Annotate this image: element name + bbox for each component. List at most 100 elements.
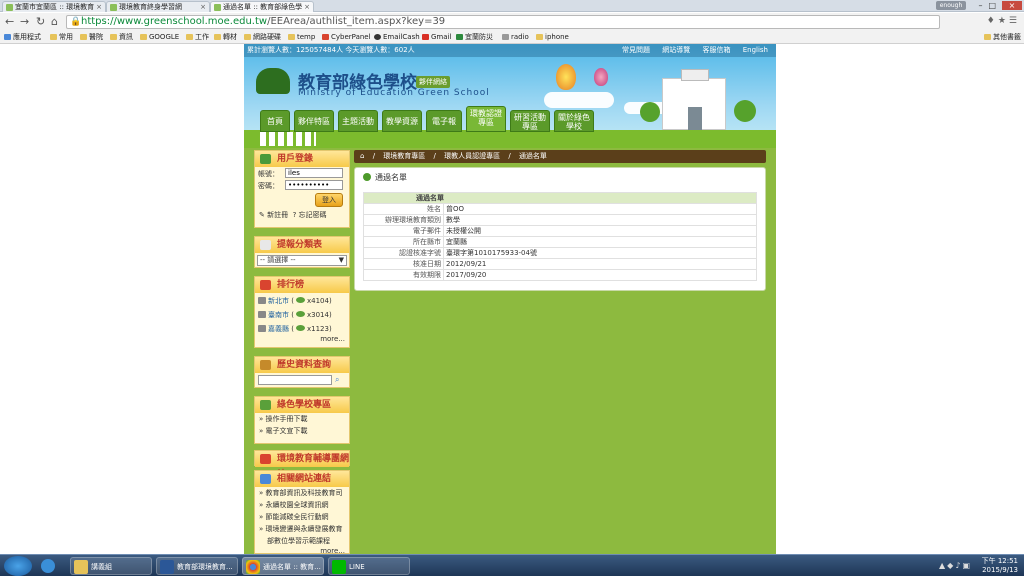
close-tab-icon[interactable]: × <box>200 2 206 12</box>
zone-header: 綠色學校專區 <box>255 397 349 413</box>
related-link[interactable]: » 節能減碳全民行動網 <box>255 511 349 523</box>
address-bar[interactable]: 🔒 https://www.greenschool.moe.edu.tw/EEAr… <box>66 15 940 29</box>
bookmark-apps[interactable]: 應用程式 <box>4 31 41 43</box>
close-tab-icon[interactable]: × <box>304 2 310 12</box>
menu-resources[interactable]: 教學資源 <box>382 110 422 132</box>
folder-icon <box>536 34 543 40</box>
ranking-item[interactable]: 新北市 (x4104) <box>255 293 349 307</box>
password-input[interactable] <box>285 180 343 190</box>
password-row: 密碼： <box>255 179 349 191</box>
taskbar-item-folder[interactable]: 講義組 <box>70 557 152 575</box>
start-button[interactable] <box>4 556 32 576</box>
detail-table: 通過名單 姓名 曾OO 辦理環境教育類別 數學 電子郵件 未授權公開 所在縣市 宜蘭縣 … <box>363 192 757 281</box>
medal-icon <box>258 311 266 318</box>
home-icon[interactable]: ⌂ <box>360 152 364 160</box>
balloon-image <box>594 68 608 86</box>
taskbar-item-line[interactable]: LINE <box>328 557 410 575</box>
browser-toolbar: ← → ↻ ⌂ 🔒 https://www.greenschool.moe.edu… <box>0 13 1024 31</box>
bookmark-folder[interactable]: GOOGLE <box>140 31 179 43</box>
ranking-item[interactable]: 臺南市 (x3014) <box>255 307 349 321</box>
bookmark-folder[interactable]: temp <box>288 31 315 43</box>
lock-icon: 🔒 <box>70 17 82 27</box>
bookmark-link[interactable]: 宜蘭防災 <box>456 31 493 43</box>
profile-badge[interactable]: enough <box>936 1 966 10</box>
clock[interactable]: 下午 12:51 2015/9/13 <box>982 557 1018 575</box>
tree-image <box>640 102 660 122</box>
register-link[interactable]: 新註冊 <box>267 211 288 219</box>
panel-title: 通過名單 <box>363 172 407 183</box>
extension-icons[interactable]: ♦★☰ <box>987 16 1020 26</box>
bookmark-link[interactable]: EmailCash <box>374 31 420 43</box>
bookmark-folder[interactable]: 常用 <box>50 31 73 43</box>
browser-tab-active[interactable]: 通過名單 :: 教育部綠色學 × <box>210 1 314 12</box>
folder-icon <box>80 34 87 40</box>
bookmark-link[interactable]: Gmail <box>422 31 451 43</box>
related-link[interactable]: » 教育部資訊及科技教育司 <box>255 487 349 499</box>
row-value: 2012/09/21 <box>443 258 757 270</box>
menu-partners[interactable]: 夥伴特區 <box>294 110 334 132</box>
bookmark-folder[interactable]: iphone <box>536 31 569 43</box>
report-box: 提報分類表 -- 請選擇 -- ▼ <box>254 236 350 268</box>
report-header: 提報分類表 <box>255 237 349 253</box>
home-icon[interactable]: ⌂ <box>51 15 58 28</box>
faq-link[interactable]: 常見問題 <box>622 46 650 54</box>
close-window-icon[interactable]: × <box>1002 1 1022 10</box>
close-tab-icon[interactable]: × <box>96 2 102 12</box>
manual-download-link[interactable]: » 操作手冊下載 <box>255 413 349 425</box>
breadcrumb-item[interactable]: 環教人員認證專區 <box>444 152 500 160</box>
logo-icon[interactable] <box>256 68 290 94</box>
sitemap-link[interactable]: 網站導覽 <box>662 46 690 54</box>
browser-tab[interactable]: 環境教育終身學習網 × <box>106 1 210 12</box>
browser-tab[interactable]: 宜蘭市宜蘭區 :: 環境教育 × <box>2 1 106 12</box>
back-icon[interactable]: ← <box>5 15 14 28</box>
maximize-icon[interactable]: □ <box>988 1 1002 10</box>
menu-about[interactable]: 關於綠色學校 <box>554 110 594 132</box>
menu-newsletter[interactable]: 電子報 <box>426 110 462 132</box>
login-button-row: 登入 <box>255 191 349 209</box>
contact-link[interactable]: 客服信箱 <box>702 46 730 54</box>
bookmark-folder[interactable]: 醫院 <box>80 31 103 43</box>
menu-certification[interactable]: 環教認證專區 <box>466 106 506 132</box>
history-search-input[interactable] <box>258 375 332 385</box>
bookmark-other[interactable]: 其他書籤 <box>984 31 1021 43</box>
ranking-item[interactable]: 嘉義縣 (x1123) <box>255 321 349 335</box>
related-link-continued[interactable]: 部數位學習示範課程 <box>255 535 349 547</box>
login-button[interactable]: 登入 <box>315 193 343 207</box>
related-link[interactable]: » 永續校園全球資訊網 <box>255 499 349 511</box>
leaf-icon <box>295 311 305 317</box>
report-select[interactable]: -- 請選擇 -- ▼ <box>257 255 347 266</box>
reload-icon[interactable]: ↻ <box>36 15 45 28</box>
taskbar-item-word[interactable]: 教育部環境教育... <box>156 557 238 575</box>
flyer-download-link[interactable]: » 電子文宣下載 <box>255 425 349 437</box>
bookmark-folder[interactable]: 工作 <box>186 31 209 43</box>
bookmark-folder[interactable]: 轉材 <box>214 31 237 43</box>
ranking-header: 排行榜 <box>255 277 349 293</box>
menu-themes[interactable]: 主題活動 <box>338 110 378 132</box>
window-controls: –□ × <box>978 1 1022 10</box>
bookmark-folder[interactable]: 資訊 <box>110 31 133 43</box>
bookmark-link[interactable]: CyberPanel <box>322 31 371 43</box>
taskbar-item-chrome[interactable]: 通過名單 :: 教育... <box>242 557 324 575</box>
menu-home[interactable]: 首頁 <box>260 110 290 132</box>
menu-workshops[interactable]: 研習活動專區 <box>510 110 550 132</box>
bookmark-folder[interactable]: 網路硬碟 <box>244 31 281 43</box>
system-tray-icons[interactable]: ▲◆♪▣ <box>939 561 972 570</box>
forgot-password-link[interactable]: 忘記密碼 <box>299 211 327 219</box>
bookmark-link[interactable]: radio <box>502 31 529 43</box>
breadcrumb-item[interactable]: 環境教育專區 <box>383 152 425 160</box>
related-link[interactable]: » 環境變遷與永續發展教育 <box>255 523 349 535</box>
minimize-icon[interactable]: – <box>978 1 988 10</box>
magnifier-icon[interactable]: ⌕ <box>335 375 339 385</box>
account-input[interactable] <box>285 168 343 178</box>
folder-icon <box>288 34 295 40</box>
globe-icon <box>260 474 271 484</box>
ranking-more-link[interactable]: more... <box>255 335 349 343</box>
forward-icon[interactable]: → <box>20 15 29 28</box>
guide-banner[interactable]: 環境教育輔導團網站 <box>254 450 350 480</box>
folder-icon <box>214 34 221 40</box>
ie-taskbar-icon[interactable] <box>38 557 64 575</box>
report-icon <box>260 240 271 250</box>
english-link[interactable]: English <box>743 46 768 54</box>
site-icon <box>456 34 463 40</box>
apps-icon <box>4 34 11 40</box>
